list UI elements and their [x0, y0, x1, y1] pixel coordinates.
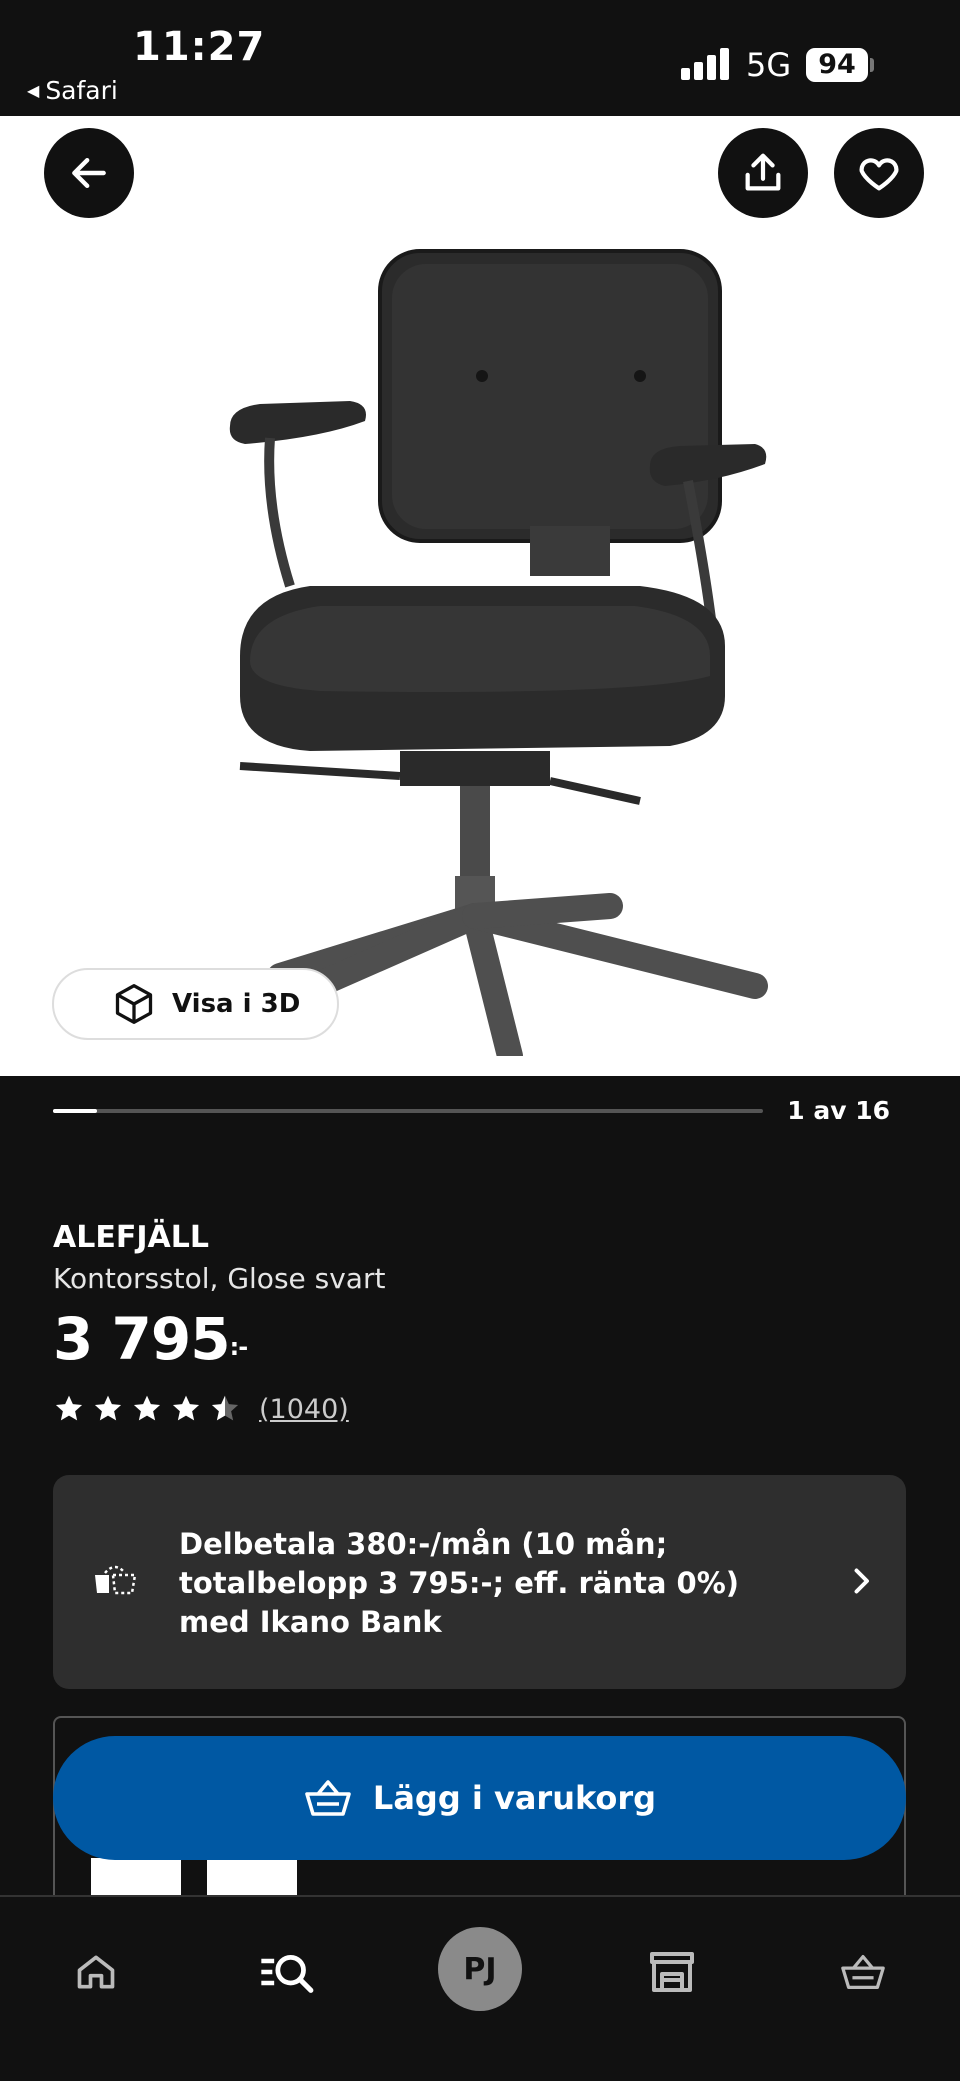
arrow-left-icon: [72, 157, 106, 189]
share-icon: [745, 153, 781, 191]
home-icon: [77, 1955, 115, 1989]
product-image-gallery[interactable]: Visa i 3D: [0, 116, 960, 1076]
nav-cart[interactable]: [823, 1937, 903, 2007]
store-icon: [650, 1952, 694, 1992]
view-in-3d-label: Visa i 3D: [172, 989, 301, 1019]
add-to-cart-button[interactable]: Lägg i varukorg: [53, 1736, 906, 1860]
product-rating[interactable]: (1040): [53, 1393, 349, 1425]
basket-icon: [841, 1955, 885, 1989]
star-icon: [94, 1395, 122, 1421]
back-app-label: Safari: [45, 76, 118, 105]
star-icon: [133, 1395, 161, 1421]
nav-store[interactable]: [632, 1937, 712, 2007]
product-name: ALEFJÄLL: [53, 1220, 209, 1255]
price-value: 3 795: [53, 1305, 231, 1373]
product-description: Kontorsstol, Glose svart: [53, 1262, 386, 1295]
back-to-safari[interactable]: ◀ Safari: [27, 76, 118, 105]
price-suffix: :-: [229, 1333, 249, 1361]
battery-icon: 94: [806, 48, 868, 82]
financing-card[interactable]: Delbetala 380:-/mån (10 mån; totalbelopp…: [53, 1475, 906, 1689]
star-icon: [55, 1395, 83, 1421]
favorite-button[interactable]: [834, 128, 924, 218]
network-type: 5G: [746, 46, 792, 84]
battery-nub: [870, 58, 874, 72]
share-button[interactable]: [718, 128, 808, 218]
gallery-progress-fill: [53, 1109, 98, 1113]
financing-text: Delbetala 380:-/mån (10 mån; totalbelopp…: [179, 1527, 740, 1639]
back-triangle-icon: ◀: [27, 81, 40, 100]
gallery-counter: 1 av 16: [787, 1096, 890, 1125]
back-button[interactable]: [44, 128, 134, 218]
gallery-progress-bar: [53, 1109, 763, 1113]
status-bar: 11:27 ◀ Safari 5G 94: [0, 0, 960, 116]
rating-stars: [53, 1393, 241, 1425]
installment-icon: [95, 1565, 137, 1595]
nav-profile-avatar[interactable]: PJ: [438, 1927, 522, 2011]
chevron-right-icon: [854, 1568, 869, 1594]
star-icon: [172, 1395, 200, 1421]
product-price: 3 795:-: [53, 1305, 249, 1373]
review-count-link[interactable]: (1040): [259, 1394, 349, 1425]
product-image: [212, 249, 768, 1056]
cube-icon: [115, 984, 153, 1024]
signal-icon: [681, 48, 731, 80]
nav-home[interactable]: [56, 1937, 136, 2007]
view-in-3d-button[interactable]: Visa i 3D: [52, 968, 339, 1040]
battery-level: 94: [818, 49, 856, 80]
heart-icon: [859, 158, 899, 191]
star-icon: [211, 1395, 239, 1421]
add-to-cart-label: Lägg i varukorg: [372, 1779, 657, 1817]
bottom-navigation: PJ: [0, 1895, 960, 2081]
basket-icon: [305, 1780, 351, 1816]
search-icon: [261, 1954, 314, 1993]
nav-search[interactable]: [247, 1937, 327, 2007]
status-time: 11:27: [133, 24, 266, 70]
